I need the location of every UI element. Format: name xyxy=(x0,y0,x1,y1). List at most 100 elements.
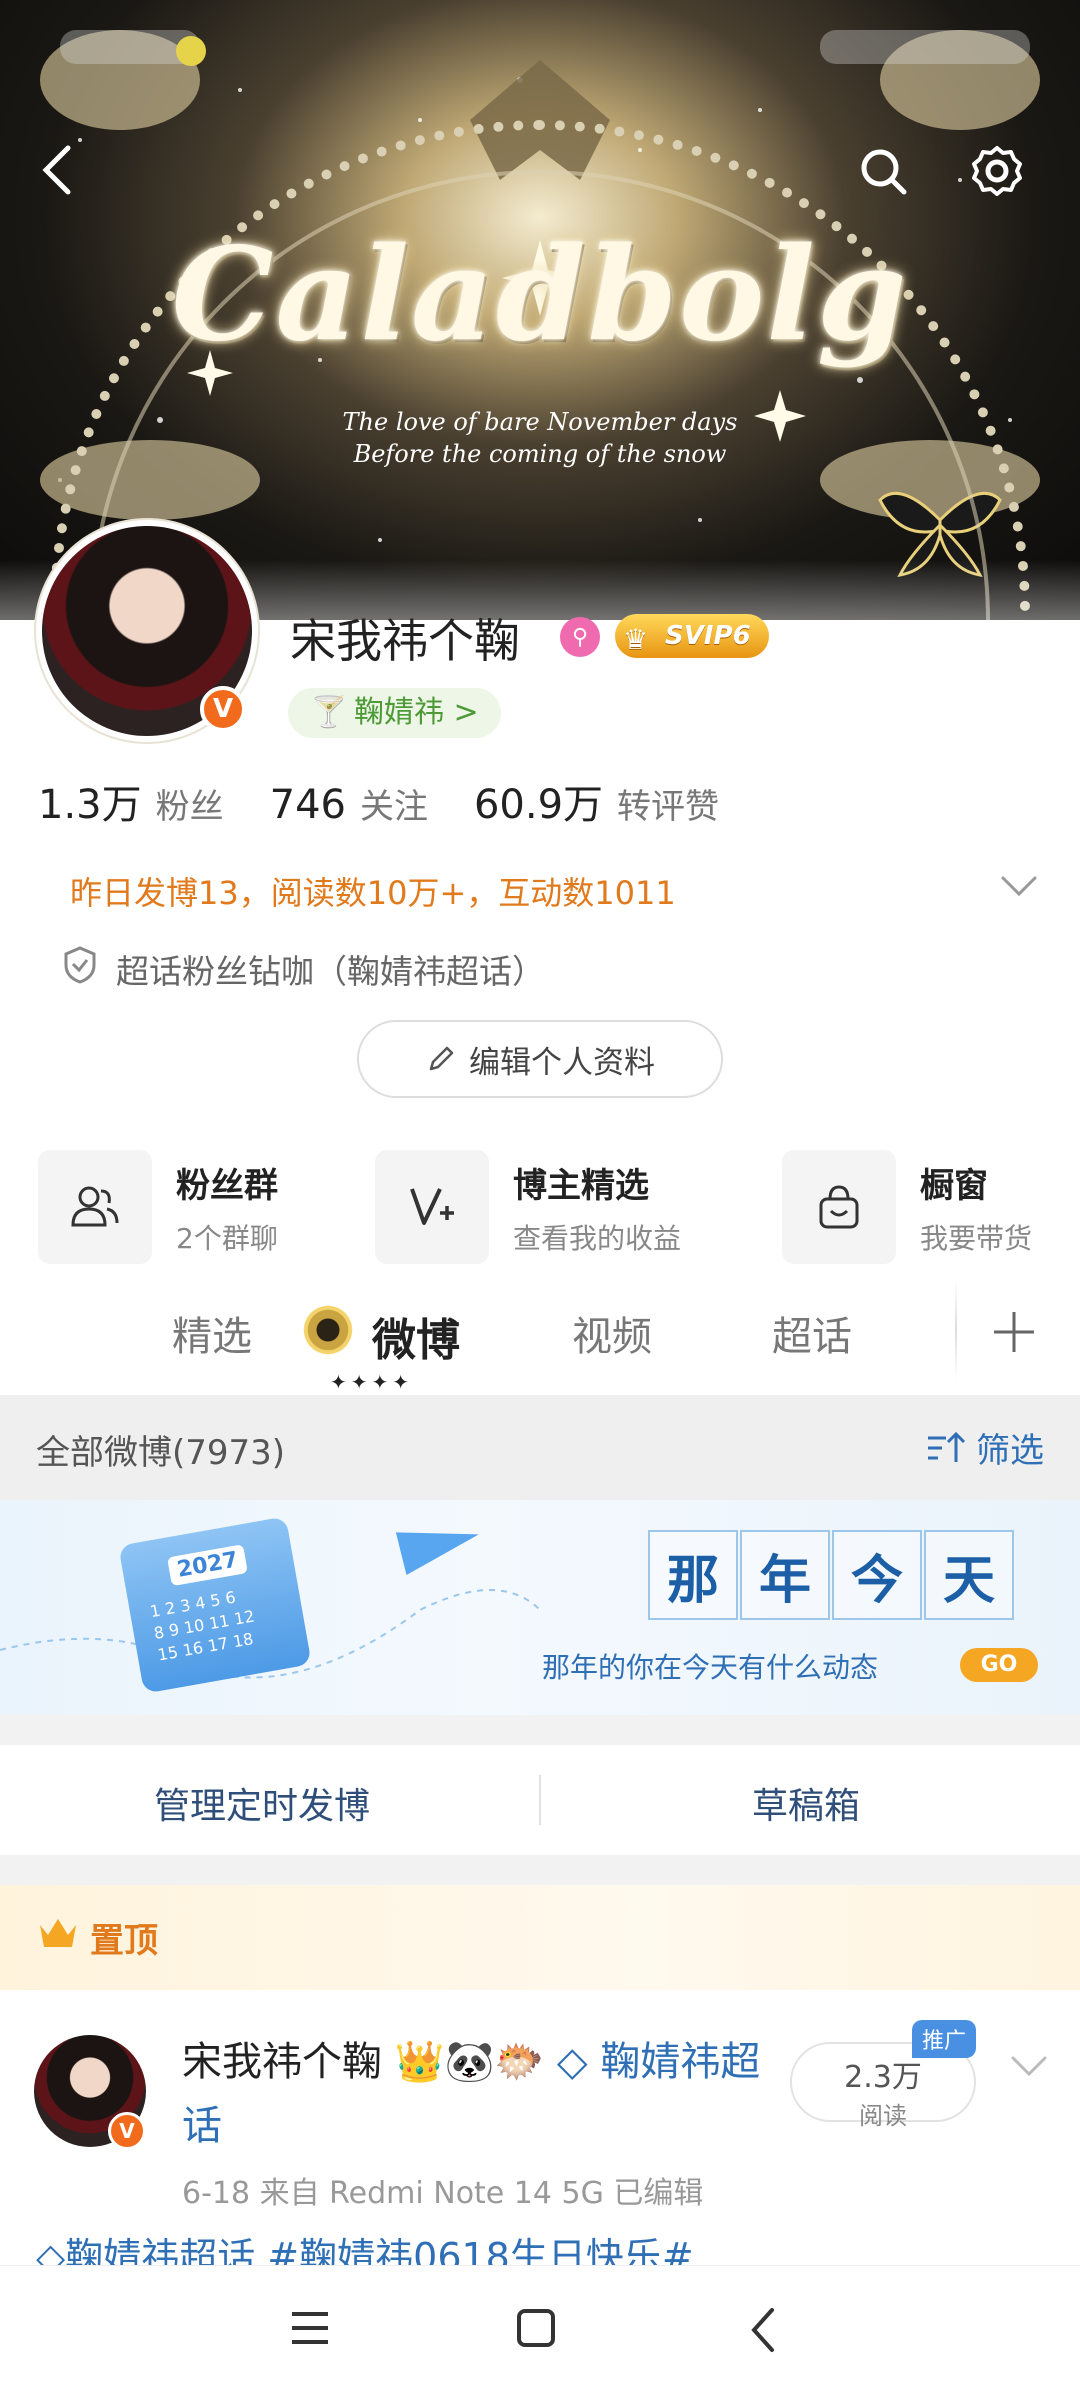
calendar-grid: 1 2 3 4 5 68 9 10 11 12 15 16 17 18 xyxy=(148,1587,256,1665)
content-tabs: 精选 微博 ✦✦✦✦ 视频 超话 xyxy=(0,1280,1080,1395)
add-tab-icon[interactable] xyxy=(990,1308,1038,1360)
go-button[interactable]: GO xyxy=(960,1648,1038,1682)
home-square-icon[interactable] xyxy=(514,2306,558,2354)
pencil-icon xyxy=(429,1046,454,1071)
yesterday-summary[interactable]: 昨日发博13，阅读数10万+，互动数1011 xyxy=(70,868,676,914)
on-this-day-subtitle: 那年的你在今天有什么动态 xyxy=(542,1651,879,1684)
feature-fans-group-sub: 2个群聊 xyxy=(176,1221,278,1255)
feature-fans-group-title: 粉丝群 xyxy=(176,1165,278,1206)
read-count: 2.3万 xyxy=(844,2060,922,2095)
search-icon[interactable] xyxy=(852,140,916,204)
section-gap xyxy=(0,1855,1080,1885)
back-arrow-icon[interactable] xyxy=(28,140,88,200)
filter-icon xyxy=(928,1431,966,1462)
feature-showcase[interactable]: 橱窗 我要带货 xyxy=(782,1150,1032,1264)
feature-fans-group[interactable]: 粉丝群 2个群聊 xyxy=(38,1150,278,1264)
stat-following[interactable]: 746 关注 xyxy=(270,779,428,828)
on-this-day-title: 那 年 今 天 xyxy=(648,1530,1016,1620)
stat-followers-label: 粉丝 xyxy=(155,787,224,827)
pinned-label: 置顶 xyxy=(90,1921,158,1961)
svip-badge[interactable]: ♛ SVIP6 xyxy=(615,614,769,658)
verified-badge-icon: V xyxy=(108,2112,146,2150)
tab-featured[interactable]: 精选 xyxy=(172,1304,252,1362)
feature-row: 粉丝群 2个群聊 博主精选 查看我的收益 橱窗 我要带货 xyxy=(38,1150,1058,1264)
supertopic-tag[interactable]: 🍸 鞠婧祎 > xyxy=(288,688,501,738)
title-char-3: 今 xyxy=(832,1530,922,1620)
edit-profile-label: 编辑个人资料 xyxy=(469,1044,655,1081)
diamond-icon: ◇ xyxy=(556,2039,588,2085)
fan-level-text: 超话粉丝钻咖（鞠婧祎超话） xyxy=(116,952,545,991)
title-char-1: 那 xyxy=(648,1530,738,1620)
scheduled-posts-button[interactable]: 管理定时发博 xyxy=(154,1777,370,1829)
on-this-day-banner[interactable]: 2027 1 2 3 4 5 68 9 10 11 12 15 16 17 18 … xyxy=(0,1500,1080,1715)
banner-title: Caladbolg xyxy=(171,220,909,370)
title-char-4: 天 xyxy=(924,1530,1014,1620)
tab-active-indicator: ✦✦✦✦ xyxy=(330,1370,414,1394)
tab-weibo[interactable]: 微博 xyxy=(372,1304,460,1368)
tab-videos[interactable]: 视频 xyxy=(572,1304,652,1362)
list-header: 全部微博(7973) 筛选 xyxy=(0,1395,1080,1500)
tab-supertopic[interactable]: 超话 xyxy=(772,1304,852,1362)
cocktail-icon: 🍸 xyxy=(310,695,348,730)
calendar-icon: 2027 1 2 3 4 5 68 9 10 11 12 15 16 17 18 xyxy=(118,1516,312,1694)
fan-level-row[interactable]: 超话粉丝钻咖（鞠婧祎超话） xyxy=(62,945,545,993)
filter-label: 筛选 xyxy=(976,1431,1044,1471)
verified-badge-icon: V xyxy=(200,686,246,732)
stat-followers-count: 1.3万 xyxy=(38,782,142,828)
fans-group-icon xyxy=(38,1150,152,1264)
drafts-button[interactable]: 草稿箱 xyxy=(752,1777,860,1829)
read-label: 阅读 xyxy=(859,2102,907,2130)
post-author: 宋我祎个鞠 👑🐼🐡 ◇ 鞠婧祎超话 xyxy=(182,2030,762,2158)
filter-button[interactable]: 筛选 xyxy=(926,1423,1044,1472)
menu-icon[interactable] xyxy=(288,2306,332,2354)
fan-badge-icon[interactable]: ⚲ xyxy=(560,617,600,657)
feature-showcase-title: 橱窗 xyxy=(920,1165,988,1206)
feature-blogger-picks[interactable]: 博主精选 查看我的收益 xyxy=(375,1150,681,1264)
shopping-bag-icon xyxy=(782,1150,896,1264)
stat-following-count: 746 xyxy=(269,782,346,828)
v-plus-icon xyxy=(375,1150,489,1264)
status-bar xyxy=(0,0,1080,80)
stat-following-label: 关注 xyxy=(359,787,428,827)
sun-decoration-icon xyxy=(300,1302,356,1358)
post-author-name[interactable]: 宋我祎个鞠 xyxy=(182,2039,382,2085)
crown-icon xyxy=(36,1913,80,1957)
chevron-down-icon[interactable] xyxy=(1000,874,1038,902)
notification-icon xyxy=(176,36,206,66)
gear-icon[interactable] xyxy=(964,138,1030,204)
banner-subtitle-1: The love of bare November days xyxy=(342,408,738,436)
tab-divider xyxy=(955,1280,957,1380)
stat-followers[interactable]: 1.3万 粉丝 xyxy=(38,772,224,830)
banner-subtitle-2: Before the coming of the snow xyxy=(353,440,727,468)
feature-blogger-picks-title: 博主精选 xyxy=(513,1165,649,1206)
edit-profile-button[interactable]: 编辑个人资料 xyxy=(357,1020,723,1098)
system-nav-bar xyxy=(0,2265,1080,2400)
post-body[interactable]: ◇鞠婧祎超话 #鞠婧祎0618生日快乐# xyxy=(36,2226,694,2266)
back-icon[interactable] xyxy=(744,2306,784,2358)
stat-interactions[interactable]: 60.9万 转评赞 xyxy=(474,772,719,830)
shield-icon xyxy=(62,945,98,993)
profile-stats: 1.3万 粉丝 746 关注 60.9万 转评赞 xyxy=(38,772,765,830)
status-bar-indicators xyxy=(820,30,1030,64)
post-meta: 6-18 来自 Redmi Note 14 5G 已编辑 xyxy=(182,2176,704,2211)
all-posts-count[interactable]: 全部微博(7973) xyxy=(36,1425,285,1474)
section-gap xyxy=(0,1715,1080,1745)
post-actions-row: 管理定时发博 草稿箱 xyxy=(0,1745,1080,1855)
promote-tag[interactable]: 推广 xyxy=(912,2020,977,2058)
pinned-header: 置顶 xyxy=(0,1885,1080,1990)
feature-blogger-picks-sub: 查看我的收益 xyxy=(513,1221,682,1255)
stat-interactions-count: 60.9万 xyxy=(473,782,604,828)
feature-showcase-sub: 我要带货 xyxy=(920,1221,1033,1255)
profile-avatar[interactable]: V xyxy=(36,520,258,742)
calendar-year: 2027 xyxy=(167,1544,249,1587)
post-menu-chevron-icon[interactable] xyxy=(1010,2054,1048,2082)
supertopic-tag-label: 鞠婧祎 > xyxy=(354,695,479,730)
emoji-badges: 👑🐼🐡 xyxy=(394,2039,545,2085)
actions-divider xyxy=(539,1775,541,1825)
pinned-post[interactable]: V 宋我祎个鞠 👑🐼🐡 ◇ 鞠婧祎超话 6-18 来自 Redmi Note 1… xyxy=(0,1990,1080,2266)
stat-interactions-label: 转评赞 xyxy=(617,787,720,827)
profile-name: 宋我祎个鞠 xyxy=(290,614,520,668)
crown-icon: ♛ xyxy=(623,623,649,656)
title-char-2: 年 xyxy=(740,1530,830,1620)
svip-level: SVIP6 xyxy=(665,621,751,651)
